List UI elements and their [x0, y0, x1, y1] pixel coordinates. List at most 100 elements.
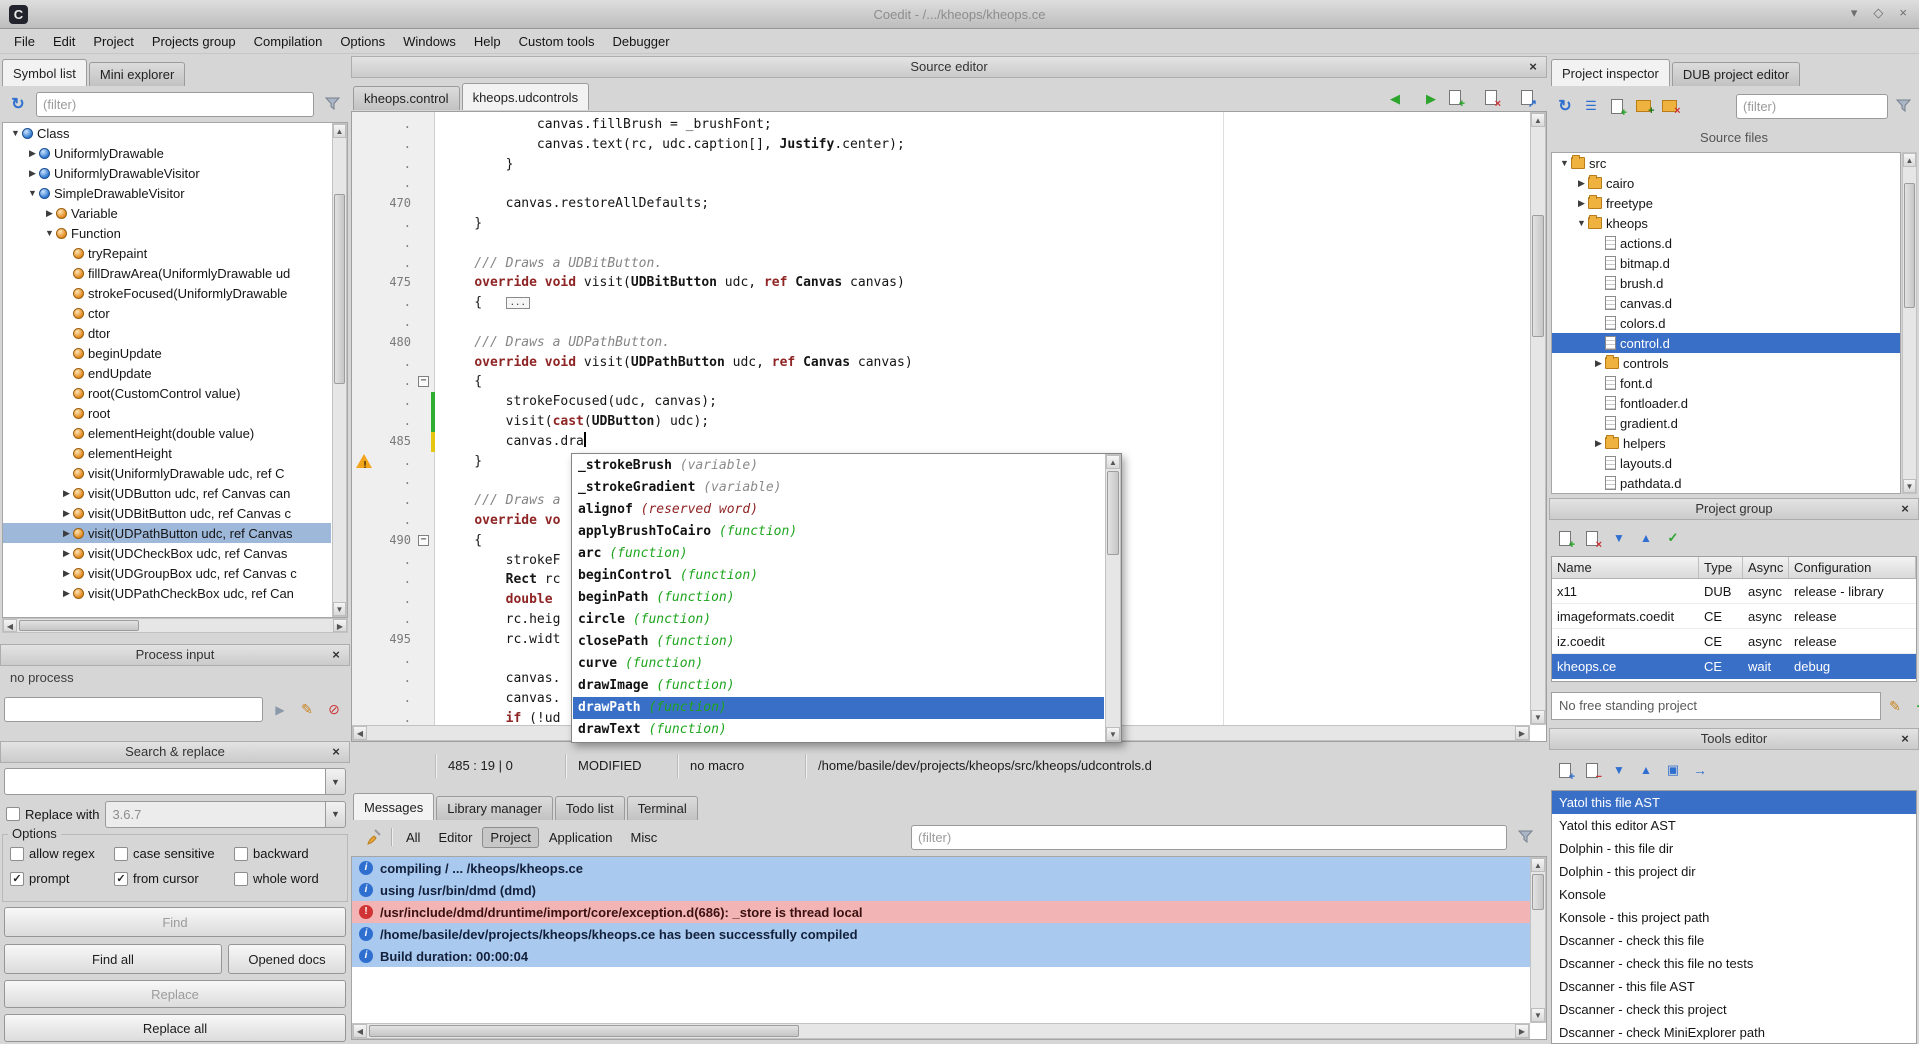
- message-row[interactable]: icompiling / ... /kheops/kheops.ce: [352, 857, 1530, 879]
- code-line[interactable]: 475 override void visit(UDBitButton udc,…: [352, 273, 1530, 293]
- async-icon[interactable]: ✓: [1661, 526, 1685, 550]
- scroll-left-icon[interactable]: ◀: [353, 1024, 367, 1038]
- tree-item-class[interactable]: ▼Class: [3, 123, 331, 143]
- tree-item-canvas-d[interactable]: canvas.d: [1552, 293, 1900, 313]
- menu-options[interactable]: Options: [331, 31, 394, 52]
- gutter-cell[interactable]: .: [352, 412, 435, 432]
- add-file-icon[interactable]: +: [1605, 94, 1629, 118]
- tree-item-visit-udpathcheckbox-udc-ref-can[interactable]: ▶visit(UDPathCheckBox udc, ref Can: [3, 583, 331, 603]
- gutter-cell[interactable]: .: [352, 689, 435, 709]
- add-tool-icon[interactable]: +: [1553, 758, 1577, 782]
- expand-icon[interactable]: ▶: [1592, 438, 1605, 449]
- gutter-cell[interactable]: 485: [352, 432, 435, 452]
- code-line[interactable]: . strokeFocused(udc, canvas);: [352, 392, 1530, 412]
- tree-item-gradient-d[interactable]: gradient.d: [1552, 413, 1900, 433]
- fold-ellipsis[interactable]: ...: [506, 297, 530, 309]
- shade-icon[interactable]: ▾: [1851, 5, 1858, 21]
- tree-item-helpers[interactable]: ▶helpers: [1552, 433, 1900, 453]
- edit-icon[interactable]: ✎: [1883, 694, 1907, 718]
- gutter-cell[interactable]: 495: [352, 630, 435, 650]
- gutter-cell[interactable]: 470: [352, 194, 435, 214]
- tree-item-tryrepaint[interactable]: tryRepaint: [3, 243, 331, 263]
- project-tab-project-inspector[interactable]: Project inspector: [1551, 59, 1670, 86]
- tree-item-freetype[interactable]: ▶freetype: [1552, 193, 1900, 213]
- fold-open-icon[interactable]: −: [418, 376, 429, 387]
- remove-project-icon[interactable]: ×: [1580, 526, 1604, 550]
- column-name[interactable]: Name: [1552, 557, 1699, 578]
- scroll-right-icon[interactable]: ▶: [333, 619, 347, 632]
- collapse-icon[interactable]: ▼: [43, 228, 56, 238]
- editor-tab-kheops-control[interactable]: kheops.control: [353, 86, 460, 110]
- editor-tab-kheops-udcontrols[interactable]: kheops.udcontrols: [462, 83, 590, 110]
- tree-item-visit-uniformlydrawable-udc-ref-c[interactable]: visit(UniformlyDrawable udc, ref C: [3, 463, 331, 483]
- menu-projects-group[interactable]: Projects group: [143, 31, 245, 52]
- code-line[interactable]: . { ...: [352, 293, 1530, 313]
- code-line[interactable]: 470 canvas.restoreAllDefaults;: [352, 194, 1530, 214]
- checkbox-box[interactable]: [234, 847, 248, 861]
- tree-item-uniformlydrawable[interactable]: ▶UniformlyDrawable: [3, 143, 331, 163]
- close-doc-icon[interactable]: ×: [1479, 85, 1503, 109]
- replace-input[interactable]: [105, 801, 326, 828]
- completion-item-beginpath[interactable]: beginPath (function): [573, 587, 1104, 609]
- tree-item-visit-udbutton-udc-ref-canvas-can[interactable]: ▶visit(UDButton udc, ref Canvas can: [3, 483, 331, 503]
- project-tab-dub-project-editor[interactable]: DUB project editor: [1672, 62, 1800, 86]
- gutter-cell[interactable]: 490−: [352, 531, 435, 551]
- checkbox-case-sensitive[interactable]: case sensitive: [114, 846, 234, 861]
- find-all-button[interactable]: Find all: [4, 944, 222, 974]
- code-line[interactable]: . canvas.text(rc, udc.caption[], Justify…: [352, 135, 1530, 155]
- move-up-icon[interactable]: ▲: [1634, 526, 1658, 550]
- tree-item-controls[interactable]: ▶controls: [1552, 353, 1900, 373]
- checkbox-prompt[interactable]: ✓prompt: [10, 871, 114, 886]
- replace-with-checkbox[interactable]: Replace with: [6, 807, 99, 822]
- search-input[interactable]: [4, 768, 326, 795]
- message-row[interactable]: iBuild duration: 00:00:04: [352, 945, 1530, 967]
- collapse-icon[interactable]: ▼: [1558, 158, 1571, 168]
- collapse-icon[interactable]: ▼: [1575, 218, 1588, 228]
- tree-item-font-d[interactable]: font.d: [1552, 373, 1900, 393]
- filter-editor-button[interactable]: Editor: [430, 827, 480, 848]
- completion-item-closepath[interactable]: closePath (function): [573, 631, 1104, 653]
- checkbox-whole-word[interactable]: whole word: [234, 871, 346, 886]
- completion-item-drawtext[interactable]: drawText (function): [573, 719, 1104, 741]
- opened-docs-button[interactable]: Opened docs: [228, 944, 346, 974]
- expand-icon[interactable]: ▶: [60, 588, 73, 599]
- gutter-cell[interactable]: 480: [352, 333, 435, 353]
- tree-item-layouts-d[interactable]: layouts.d: [1552, 453, 1900, 473]
- expand-icon[interactable]: ▶: [1592, 358, 1605, 369]
- gutter-cell[interactable]: .: [352, 551, 435, 571]
- scroll-right-icon[interactable]: ▶: [1515, 726, 1529, 740]
- add-icon[interactable]: +: [1909, 694, 1919, 718]
- scroll-right-icon[interactable]: ▶: [1515, 1024, 1529, 1038]
- scrollbar-thumb[interactable]: [1532, 215, 1544, 337]
- completion-item-strokebrush[interactable]: _strokeBrush (variable): [573, 455, 1104, 477]
- checkbox-backward[interactable]: backward: [234, 846, 346, 861]
- code-line[interactable]: . canvas.fillBrush = _brushFont;: [352, 115, 1530, 135]
- remove-tool-icon[interactable]: −: [1580, 758, 1604, 782]
- tool-item-yatol-this-editor-ast[interactable]: Yatol this editor AST: [1552, 814, 1916, 837]
- expand-icon[interactable]: ▶: [1575, 178, 1588, 189]
- completion-item-alignof[interactable]: alignof (reserved word): [573, 499, 1104, 521]
- scroll-down-icon[interactable]: ▼: [1531, 710, 1545, 724]
- left-tab-symbol-list[interactable]: Symbol list: [2, 59, 87, 86]
- gutter-cell[interactable]: .: [352, 135, 435, 155]
- expand-icon[interactable]: ▶: [26, 168, 39, 179]
- messages-tab-terminal[interactable]: Terminal: [627, 796, 698, 820]
- filter-project-button[interactable]: Project: [482, 827, 538, 848]
- tree-item-beginupdate[interactable]: beginUpdate: [3, 343, 331, 363]
- scroll-down-icon[interactable]: ▼: [333, 602, 346, 616]
- gutter-cell[interactable]: .: [352, 709, 435, 725]
- gutter-cell[interactable]: .: [352, 610, 435, 630]
- completion-item-drawimage[interactable]: drawImage (function): [573, 675, 1104, 697]
- tool-item-konsole[interactable]: Konsole: [1552, 883, 1916, 906]
- scrollbar-thumb[interactable]: [1107, 471, 1119, 555]
- find-button[interactable]: Find: [4, 907, 346, 937]
- refresh-icon[interactable]: ↻: [6, 92, 30, 116]
- tree-item-endupdate[interactable]: endUpdate: [3, 363, 331, 383]
- gutter-cell[interactable]: .: [352, 214, 435, 234]
- scrollbar-thumb[interactable]: [1532, 874, 1544, 910]
- back-icon[interactable]: ◀: [1383, 87, 1407, 111]
- detach-doc-icon[interactable]: ↗: [1515, 85, 1539, 109]
- gutter-cell[interactable]: .: [352, 511, 435, 531]
- tree-item-root[interactable]: root: [3, 403, 331, 423]
- menu-windows[interactable]: Windows: [394, 31, 465, 52]
